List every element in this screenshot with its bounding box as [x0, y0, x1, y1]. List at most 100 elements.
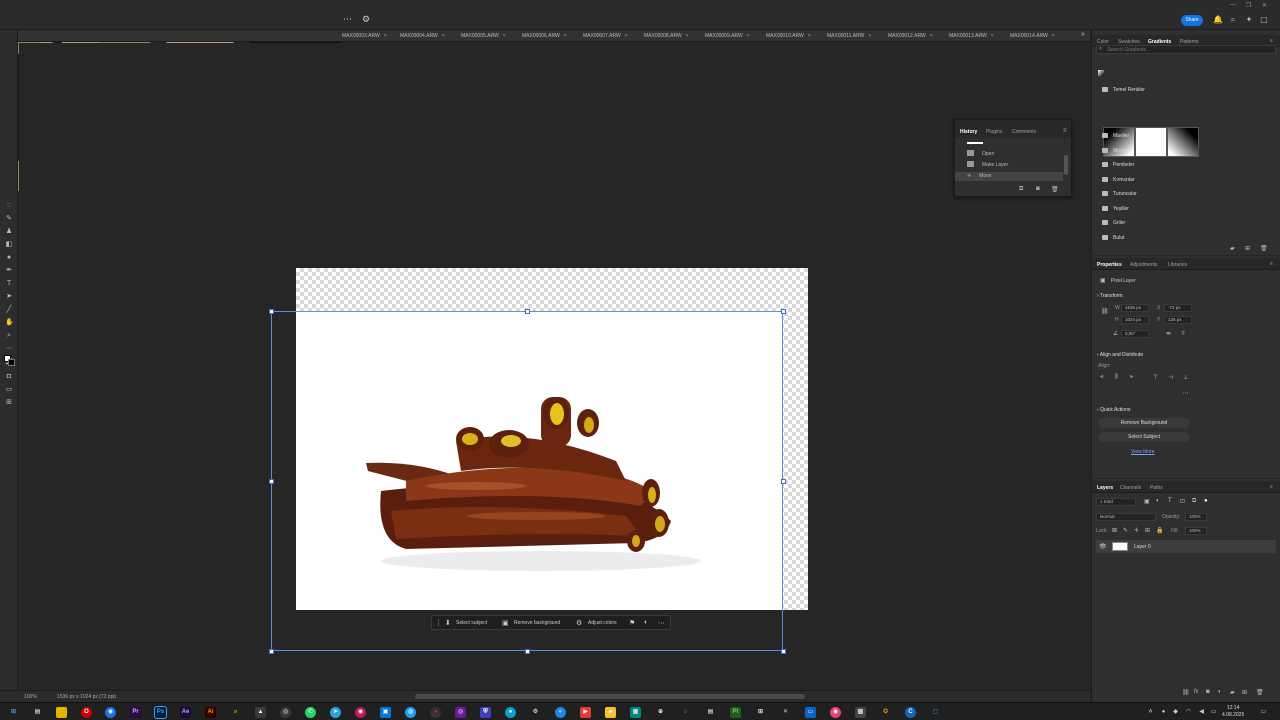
layer-style-icon[interactable]: fx: [1194, 689, 1199, 695]
x-position-field[interactable]: -72 px: [1164, 304, 1192, 312]
gradient-group[interactable]: Turuncular: [1102, 191, 1137, 197]
workspace-icon[interactable]: ▢: [1260, 16, 1268, 24]
transform-handle[interactable]: [269, 309, 274, 314]
tab-document[interactable]: MAX00012.ARW ×: [888, 33, 933, 39]
premiere-icon[interactable]: Pr: [130, 707, 141, 718]
tab-channels[interactable]: Channels: [1120, 485, 1141, 491]
illustrator-icon[interactable]: Ai: [205, 707, 216, 718]
transform-handle[interactable]: [525, 309, 530, 314]
y-position-field[interactable]: 126 px: [1164, 316, 1192, 324]
tab-close-icon[interactable]: ×: [747, 33, 750, 39]
bell-icon[interactable]: 🔔: [1213, 16, 1223, 24]
tab-close-icon[interactable]: ×: [868, 33, 871, 39]
history-item[interactable]: Make Layer: [967, 161, 1008, 168]
filter-shape-icon[interactable]: ⊡: [1180, 498, 1185, 505]
chevron-up-icon[interactable]: ˄: [1145, 707, 1156, 718]
app-icon[interactable]: ▢: [930, 707, 941, 718]
minimize-icon[interactable]: —: [1230, 2, 1236, 8]
panel-menu-icon[interactable]: ≡: [1270, 484, 1273, 490]
more-tools-icon[interactable]: ⋯: [5, 345, 13, 353]
tab-history[interactable]: History: [960, 129, 977, 135]
height-field[interactable]: 1024 px: [1121, 316, 1149, 324]
transform-handle[interactable]: [269, 479, 274, 484]
filter-smart-object-icon[interactable]: ⧉: [1192, 498, 1196, 505]
stamp-tool-icon[interactable]: ♟: [5, 228, 13, 236]
battery-icon[interactable]: ▭: [1208, 707, 1219, 718]
gradient-group-open[interactable]: Temel Renkler: [1102, 87, 1145, 93]
tab-document[interactable]: MAX00004.ARW ×: [400, 33, 445, 39]
gradient-swatch[interactable]: [1167, 127, 1199, 157]
app-icon[interactable]: ▦: [630, 707, 641, 718]
tab-document[interactable]: MAX00011.ARW ×: [827, 33, 871, 39]
gradient-preview-icon[interactable]: [1098, 70, 1104, 76]
screen-mode-icon[interactable]: ▭: [5, 386, 13, 394]
adjust-colors-button[interactable]: Adjust colors: [588, 620, 617, 626]
select-subject-button[interactable]: Select subject: [456, 620, 487, 626]
lock-transparency-icon[interactable]: ⊠: [1112, 527, 1117, 534]
new-gradient-icon[interactable]: ⊞: [1245, 245, 1250, 252]
transform-handle[interactable]: [781, 649, 786, 654]
horizontal-scrollbar[interactable]: [415, 694, 805, 699]
panel-menu-icon[interactable]: ≡: [1270, 38, 1273, 44]
more-options-icon[interactable]: ⋯: [658, 619, 665, 627]
filter-type-icon[interactable]: T: [1168, 498, 1172, 504]
type-tool-icon[interactable]: T: [5, 280, 13, 288]
shield-icon[interactable]: ⛨: [480, 707, 491, 718]
tab-close-icon[interactable]: ×: [384, 33, 387, 39]
delete-icon[interactable]: 🗑: [1051, 186, 1059, 193]
flip-horizontal-icon[interactable]: ⇹: [1166, 330, 1171, 337]
search-app-icon[interactable]: ⌕: [230, 707, 241, 718]
tab-document[interactable]: MAX00006.ARW ×: [522, 33, 567, 39]
new-group-icon[interactable]: ▰: [1230, 689, 1235, 696]
align-top-icon[interactable]: ⊤: [1153, 374, 1158, 381]
fill-field[interactable]: 100%: [1185, 527, 1207, 535]
gradient-group[interactable]: Morlar: [1102, 148, 1127, 154]
photo-layer[interactable]: [296, 311, 783, 610]
angle-field[interactable]: 0,00°: [1121, 330, 1149, 338]
transform-handle[interactable]: [781, 479, 786, 484]
tabs-overflow-icon[interactable]: »: [1081, 31, 1085, 38]
select-subject-button[interactable]: Select Subject: [1098, 432, 1190, 442]
tab-document[interactable]: MAX00003.ARW ×: [342, 33, 387, 39]
app-icon[interactable]: ◉: [830, 707, 841, 718]
photoshop-icon[interactable]: Ps: [154, 706, 167, 719]
lasso-tool-icon[interactable]: ◌: [5, 202, 13, 210]
after-effects-icon[interactable]: Ae: [180, 707, 191, 718]
calculator-icon[interactable]: ▤: [705, 707, 716, 718]
mask-icon[interactable]: ⚑: [629, 619, 635, 627]
camera-icon[interactable]: ◙: [1036, 186, 1040, 192]
app-icon[interactable]: ◉: [355, 707, 366, 718]
tab-close-icon[interactable]: ×: [503, 33, 506, 39]
align-middle-icon[interactable]: ⊣: [1168, 374, 1173, 381]
lock-artboard-icon[interactable]: ⊞: [1145, 527, 1150, 534]
blend-mode-select[interactable]: Normal: [1096, 513, 1156, 521]
quick-actions-section-title[interactable]: › Quick Actions: [1097, 407, 1130, 413]
drag-handle-icon[interactable]: ⋮: [435, 619, 442, 627]
gradient-swatch[interactable]: [1135, 127, 1167, 157]
app-tray-icon[interactable]: ◆: [1170, 707, 1181, 718]
volume-icon[interactable]: ◀: [1196, 707, 1207, 718]
app-icon[interactable]: ✪: [880, 707, 891, 718]
file-explorer-icon[interactable]: [56, 707, 67, 718]
flip-vertical-icon[interactable]: ⇳: [1181, 330, 1186, 337]
filter-pixel-icon[interactable]: ▣: [1144, 498, 1150, 505]
history-item-selected[interactable]: ✛ Move: [955, 172, 1063, 181]
tab-document[interactable]: MAX00010.ARW ×: [766, 33, 811, 39]
whatsapp-icon[interactable]: ✆: [305, 707, 316, 718]
transform-section-title[interactable]: › Transform: [1097, 293, 1123, 299]
tab-libraries[interactable]: Libraries: [1168, 262, 1187, 268]
align-left-icon[interactable]: ⫷: [1100, 374, 1103, 381]
new-group-icon[interactable]: ▰: [1230, 245, 1235, 252]
app-icon[interactable]: ◎: [455, 707, 466, 718]
remove-background-button[interactable]: Remove Background: [1098, 418, 1190, 428]
filter-adjustment-icon[interactable]: ◐: [1156, 498, 1160, 504]
panel-menu-icon[interactable]: ≡: [1270, 261, 1273, 267]
layer-name[interactable]: Layer 0: [1134, 544, 1151, 550]
new-layer-icon[interactable]: ⊞: [1242, 689, 1247, 696]
app-icon[interactable]: C: [905, 707, 916, 718]
tab-paths[interactable]: Paths: [1150, 485, 1163, 491]
visibility-eye-icon[interactable]: 👁: [1099, 543, 1107, 550]
link-icon[interactable]: ⛓: [1101, 308, 1109, 315]
layer-filter-kind-select[interactable]: ⌕ Kind: [1096, 498, 1136, 506]
wifi-icon[interactable]: ◠: [1183, 707, 1194, 718]
